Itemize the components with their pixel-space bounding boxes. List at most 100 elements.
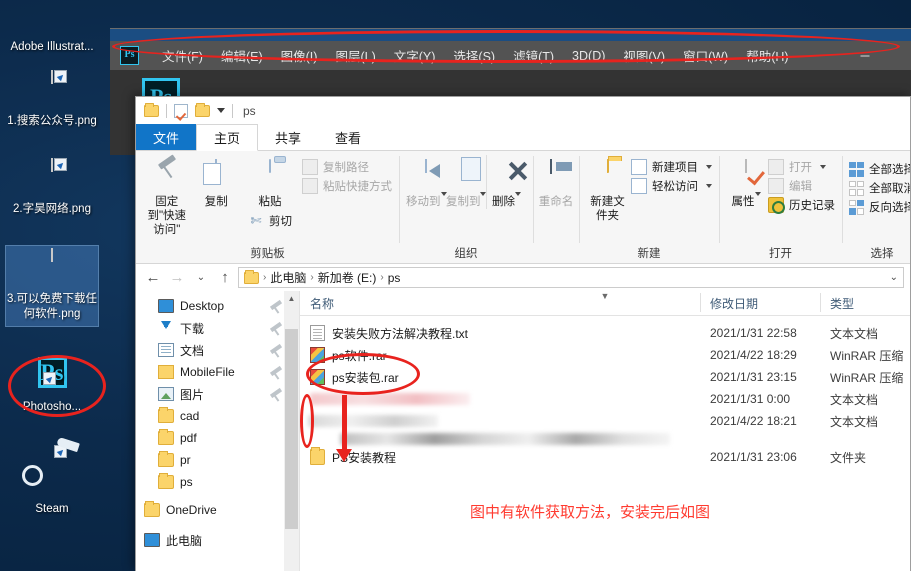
menu-layer[interactable]: 图层(L) [326, 43, 384, 68]
copy-to-button[interactable]: 复制到 [446, 155, 487, 209]
menu-view[interactable]: 视图(V) [614, 43, 674, 68]
rename-button[interactable]: 重命名 [533, 155, 579, 209]
pin-icon[interactable] [272, 389, 283, 400]
new-item-button[interactable]: 新建项目 [631, 159, 712, 175]
select-all-icon [849, 161, 864, 177]
table-row[interactable]: 2021/4/22 18:21 文本文档 [300, 410, 910, 432]
tab-home[interactable]: 主页 [196, 124, 259, 151]
column-header-date[interactable]: 修改日期 [700, 293, 820, 312]
pin-icon[interactable] [272, 301, 283, 312]
paste-button[interactable]: 粘贴 [242, 155, 298, 209]
customize-caret-icon[interactable] [217, 108, 225, 113]
new-folder-button[interactable]: 新建文件夹 [586, 155, 629, 223]
nav-item-ps[interactable]: ps [136, 471, 299, 493]
paste-shortcut-button[interactable]: 粘贴快捷方式 [302, 178, 392, 194]
nav-item-downloads[interactable]: 下载 [136, 317, 299, 339]
menu-image[interactable]: 图像(I) [272, 43, 327, 68]
properties-button[interactable]: 属性 [726, 155, 766, 209]
chevron-down-icon[interactable] [820, 165, 826, 169]
file-date: 2021/4/22 18:21 [710, 414, 797, 428]
nav-item-label: 图片 [180, 387, 205, 402]
png-thumbnail-icon [6, 248, 98, 290]
forward-button[interactable]: → [166, 270, 188, 285]
select-none-button[interactable]: 全部取消 [849, 180, 910, 196]
select-all-button[interactable]: 全部选择 [849, 161, 910, 177]
breadcrumb-ps[interactable]: ps [388, 271, 401, 285]
file-name-cell: ps安装包.rar [300, 369, 700, 386]
tab-share[interactable]: 共享 [258, 124, 318, 150]
table-row[interactable]: PS安装教程 2021/1/31 23:06 文件夹 [300, 446, 910, 468]
invert-selection-button[interactable]: 反向选择 [849, 199, 910, 215]
desktop-icon-png-2[interactable]: 2.字昊网络.png [6, 158, 98, 217]
pin-icon[interactable] [272, 367, 283, 378]
copy-button[interactable]: 复制 [193, 155, 241, 209]
desktop-icon-steam[interactable]: Steam [6, 445, 98, 517]
desktop-icon-png-1[interactable]: 1.搜索公众号.png [6, 70, 98, 129]
desktop-icon-png-3[interactable]: 3.可以免费下载任何软件.png [5, 245, 99, 327]
column-header-type[interactable]: 类型 [820, 293, 910, 312]
menu-filter[interactable]: 滤镜(T) [504, 43, 563, 68]
tab-view[interactable]: 查看 [318, 124, 378, 150]
desktop-icon-illustrator[interactable]: Adobe Illustrat... [6, 0, 98, 55]
nav-item-documents[interactable]: 文档 [136, 339, 299, 361]
window-title: ps [243, 103, 256, 118]
breadcrumb[interactable]: › 此电脑 › 新加卷 (E:) › ps ⌄ [238, 267, 904, 288]
menu-edit[interactable]: 编辑(E) [212, 43, 272, 68]
table-row[interactable]: ps安装包.rar 2021/1/31 23:15 WinRAR 压缩 [300, 366, 910, 388]
column-header-name[interactable]: 名称 [300, 295, 700, 312]
scroll-up-icon[interactable]: ▲ [284, 291, 299, 306]
history-button[interactable]: 历史记录 [768, 197, 835, 214]
pin-to-quick-access-button[interactable]: 固定到"快速访问" [143, 155, 191, 237]
edit-button[interactable]: 编辑 [768, 178, 835, 194]
delete-button[interactable]: 删除 [485, 155, 526, 209]
explorer-main: Desktop 下载 文档 MobileFile 图片 cad pdf pr p… [136, 291, 910, 571]
move-to-button[interactable]: 移动到 [406, 155, 447, 209]
nav-item-onedrive[interactable]: OneDrive [136, 499, 299, 521]
photoshop-window-controls[interactable] [819, 41, 911, 70]
chevron-down-icon[interactable] [706, 165, 712, 169]
table-row[interactable]: 2021/1/31 0:00 文本文档 [300, 388, 910, 410]
menu-file[interactable]: 文件(F) [153, 43, 212, 68]
breadcrumb-volume-e[interactable]: 新加卷 (E:) [318, 269, 377, 286]
pin-icon[interactable] [272, 323, 283, 334]
cut-button[interactable]: ✄ 剪切 [248, 213, 298, 229]
menu-type[interactable]: 文字(Y) [385, 43, 445, 68]
button-label: 属性 [731, 196, 755, 208]
new-folder-icon[interactable] [195, 102, 210, 117]
desktop-icon-label: 2.字昊网络.png [13, 203, 91, 215]
file-name-cell: PS安装教程 [300, 447, 700, 466]
menu-3d[interactable]: 3D(D) [563, 46, 614, 66]
nav-item-pr[interactable]: pr [136, 449, 299, 471]
properties-check-icon[interactable] [174, 103, 188, 118]
pin-icon[interactable] [272, 345, 283, 356]
desktop-icon-label: 1.搜索公众号.png [7, 115, 97, 127]
menu-select[interactable]: 选择(S) [444, 43, 504, 68]
navigation-scrollbar[interactable]: ▲ [284, 291, 299, 571]
folder-icon [158, 473, 174, 489]
copy-path-button[interactable]: 复制路径 [302, 159, 392, 175]
nav-item-this-pc[interactable]: 此电脑 [136, 529, 299, 551]
nav-item-pictures[interactable]: 图片 [136, 383, 299, 405]
open-button[interactable]: 打开 [768, 159, 835, 175]
nav-item-mobilefile[interactable]: MobileFile [136, 361, 299, 383]
table-row[interactable]: ps软件.rar 2021/4/22 18:29 WinRAR 压缩 [300, 344, 910, 366]
table-row[interactable]: 安装失败方法解决教程.txt 2021/1/31 22:58 文本文档 [300, 322, 910, 344]
recent-locations-button[interactable]: ⌄ [190, 272, 212, 283]
menu-help[interactable]: 帮助(H) [737, 43, 797, 68]
nav-item-pdf[interactable]: pdf [136, 427, 299, 449]
scrollbar-thumb[interactable] [285, 329, 298, 529]
photoshop-titlebar[interactable] [110, 29, 911, 41]
nav-item-cad[interactable]: cad [136, 405, 299, 427]
menu-window[interactable]: 窗口(W) [674, 43, 737, 68]
minimize-button[interactable] [819, 41, 911, 70]
desktop-icon-photoshop[interactable]: Ps Photosho... [6, 356, 98, 415]
easy-access-button[interactable]: 轻松访问 [631, 178, 712, 194]
chevron-down-icon[interactable]: ⌄ [890, 272, 898, 283]
up-button[interactable]: ↑ [214, 270, 236, 285]
breadcrumb-this-pc[interactable]: 此电脑 [270, 269, 306, 286]
folder-icon[interactable] [144, 102, 159, 117]
back-button[interactable]: ← [142, 270, 164, 285]
tab-file[interactable]: 文件 [136, 124, 197, 150]
chevron-down-icon[interactable] [706, 184, 712, 188]
nav-item-desktop[interactable]: Desktop [136, 295, 299, 317]
